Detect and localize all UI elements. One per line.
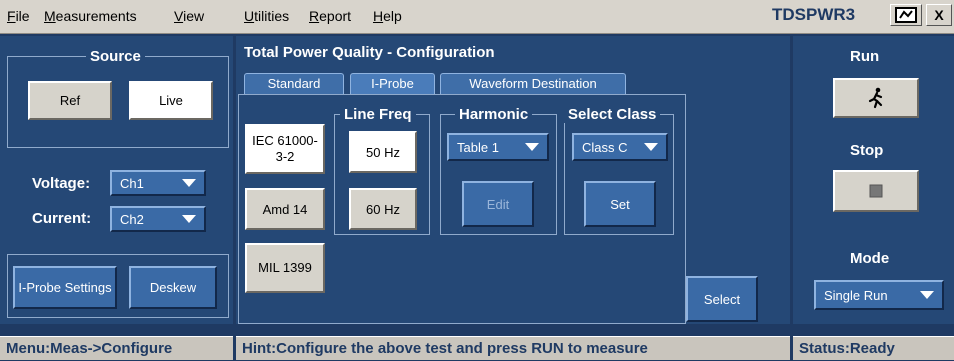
harmonic-value: Table 1: [457, 139, 499, 155]
freq-50hz-button[interactable]: 50 Hz: [349, 131, 417, 173]
status-ready: Status:Ready: [793, 336, 954, 360]
minimize-icon: [895, 7, 917, 23]
run-title: Run: [850, 48, 880, 65]
status-hint: Hint:Configure the above test and press …: [236, 336, 790, 360]
select-class-title: Select Class: [564, 106, 661, 123]
close-icon: X: [934, 7, 944, 23]
voltage-label: Voltage:: [32, 175, 91, 192]
current-label: Current:: [32, 210, 92, 227]
edit-button[interactable]: Edit: [462, 181, 534, 227]
standard-amd14-button[interactable]: Amd 14: [245, 188, 325, 230]
run-button[interactable]: [833, 78, 919, 118]
current-dropdown[interactable]: Ch2: [110, 206, 206, 232]
deskew-button[interactable]: Deskew: [129, 266, 217, 309]
ref-button[interactable]: Ref: [28, 81, 112, 120]
harmonic-title: Harmonic: [455, 106, 533, 123]
set-button[interactable]: Set: [584, 181, 656, 227]
voltage-value: Ch1: [120, 175, 144, 191]
select-button[interactable]: Select: [686, 276, 758, 322]
standard-mil-button[interactable]: MIL 1399: [245, 243, 325, 293]
class-value: Class C: [582, 139, 628, 155]
running-figure-icon: [868, 87, 883, 109]
menu-measurements[interactable]: Measurements: [44, 8, 137, 24]
voltage-dropdown[interactable]: Ch1: [110, 170, 206, 196]
source-title: Source: [86, 48, 145, 65]
config-title: Total Power Quality - Configuration: [244, 44, 495, 61]
chevron-down-icon: [182, 179, 196, 187]
tab-standard[interactable]: Standard: [244, 73, 344, 95]
status-menu: Menu:Meas->Configure: [0, 336, 233, 360]
chevron-down-icon: [182, 215, 196, 223]
freq-60hz-button[interactable]: 60 Hz: [349, 188, 417, 230]
mode-value: Single Run: [824, 287, 888, 303]
live-button[interactable]: Live: [129, 81, 213, 120]
chevron-down-icon: [920, 291, 934, 299]
chevron-down-icon: [525, 143, 539, 151]
line-freq-title: Line Freq: [340, 106, 416, 123]
harmonic-dropdown[interactable]: Table 1: [447, 133, 549, 161]
menu-help[interactable]: Help: [373, 8, 402, 24]
menu-file[interactable]: File: [7, 8, 30, 24]
menu-report[interactable]: Report: [309, 8, 351, 24]
class-dropdown[interactable]: Class C: [572, 133, 668, 161]
menu-view[interactable]: View: [174, 8, 204, 24]
minimize-button[interactable]: [890, 4, 922, 26]
iprobe-settings-button[interactable]: I-Probe Settings: [13, 266, 117, 309]
stop-button[interactable]: [833, 170, 919, 212]
app-title: TDSPWR3: [772, 5, 856, 24]
menu-bar: File Measurements View Utilities Report …: [0, 0, 954, 34]
tab-iprobe[interactable]: I-Probe: [350, 73, 435, 95]
tab-waveform-destination[interactable]: Waveform Destination: [440, 73, 626, 95]
stop-icon: [869, 184, 883, 198]
standard-iec-button[interactable]: IEC 61000-3-2: [245, 124, 325, 174]
mode-dropdown[interactable]: Single Run: [814, 280, 944, 310]
menu-utilities[interactable]: Utilities: [244, 8, 289, 24]
chevron-down-icon: [644, 143, 658, 151]
stop-title: Stop: [850, 142, 884, 159]
current-value: Ch2: [120, 211, 144, 227]
close-button[interactable]: X: [926, 4, 952, 26]
mode-title: Mode: [850, 250, 890, 267]
